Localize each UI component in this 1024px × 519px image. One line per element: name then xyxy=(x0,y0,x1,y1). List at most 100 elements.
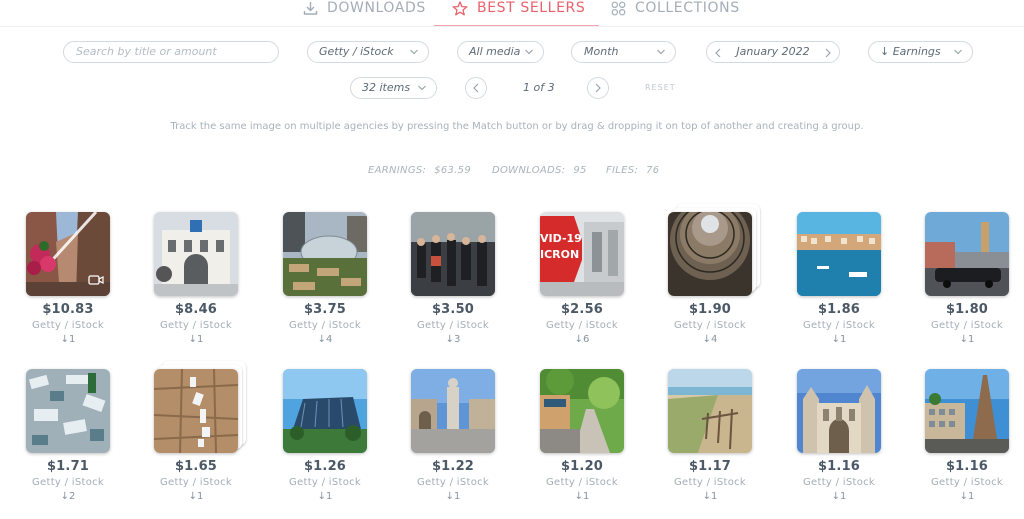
sort-select[interactable]: ↓ Earnings xyxy=(868,41,973,63)
item-earnings: $1.16 xyxy=(817,459,861,474)
item-earnings: $1.17 xyxy=(688,459,732,474)
thumbnail-wrap xyxy=(283,369,367,453)
video-camera-icon xyxy=(88,270,104,289)
stats-files: FILES: 76 xyxy=(606,165,659,176)
thumbnail-image[interactable] xyxy=(540,369,624,453)
thumbnail-wrap xyxy=(411,212,495,296)
item-earnings: $3.75 xyxy=(303,302,347,317)
item-downloads: ↓1 xyxy=(959,334,975,345)
item-agency: Getty / iStock xyxy=(673,477,747,488)
item-agency: Getty / iStock xyxy=(288,477,362,488)
thumbnail-wrap xyxy=(411,369,495,453)
item-earnings: $1.80 xyxy=(945,302,989,317)
search-placeholder: Search by title or amount xyxy=(76,45,217,58)
thumbnail-wrap xyxy=(797,369,881,453)
thumbnail-image[interactable] xyxy=(925,369,1009,453)
chevron-right-icon[interactable] xyxy=(825,48,831,58)
stats-downloads-label: DOWNLOADS: xyxy=(492,165,566,176)
item-agency: Getty / iStock xyxy=(159,477,233,488)
item-agency: Getty / iStock xyxy=(930,477,1004,488)
chevron-down-icon xyxy=(954,49,962,55)
thumbnail-image[interactable] xyxy=(668,369,752,453)
item-agency: Getty / iStock xyxy=(802,477,876,488)
nav-divider xyxy=(0,26,1024,27)
agency-select[interactable]: Getty / iStock xyxy=(307,41,429,63)
month-picker-value: January 2022 xyxy=(736,45,810,58)
thumbnail-wrap xyxy=(154,361,246,453)
match-hint: Track the same image on multiple agencie… xyxy=(170,121,864,132)
thumbnail-wrap: VID-19 ICRON xyxy=(540,212,624,296)
thumbnail-wrap xyxy=(797,212,881,296)
item-agency: Getty / iStock xyxy=(288,320,362,331)
item-downloads: ↓1 xyxy=(317,491,333,502)
thumbnail-image[interactable] xyxy=(925,212,1009,296)
thumbnail-image[interactable]: VID-19 ICRON xyxy=(540,212,624,296)
thumbnail-image[interactable] xyxy=(26,212,110,296)
star-icon xyxy=(452,1,468,16)
chevron-down-icon xyxy=(410,49,418,55)
item-agency: Getty / iStock xyxy=(416,320,490,331)
stats-earnings-label: EARNINGS: xyxy=(368,165,427,176)
item-agency: Getty / iStock xyxy=(159,320,233,331)
agency-select-value: Getty / iStock xyxy=(319,45,394,58)
media-select[interactable]: All media xyxy=(457,41,544,63)
item-agency: Getty / iStock xyxy=(930,320,1004,331)
per-page-value: 32 items xyxy=(362,81,411,94)
item-downloads: ↓1 xyxy=(445,491,461,502)
item-earnings: $3.50 xyxy=(431,302,475,317)
tab-collections[interactable]: COLLECTIONS xyxy=(611,0,740,27)
item-downloads: ↓1 xyxy=(60,334,76,345)
stats-downloads-value: 95 xyxy=(573,165,587,176)
svg-text:VID-19: VID-19 xyxy=(540,232,582,245)
sort-select-value: ↓ Earnings xyxy=(880,45,941,58)
item-earnings: $1.65 xyxy=(174,459,218,474)
stats-files-label: FILES: xyxy=(606,165,639,176)
thumbnail-image[interactable] xyxy=(283,212,367,296)
item-downloads: ↓1 xyxy=(188,334,204,345)
thumbnail-image[interactable] xyxy=(411,369,495,453)
item-downloads: ↓1 xyxy=(831,334,847,345)
month-picker[interactable]: January 2022 xyxy=(706,41,840,63)
thumbnail-image[interactable] xyxy=(154,369,238,453)
chevron-down-icon xyxy=(525,49,533,55)
thumbnail-wrap xyxy=(668,204,760,296)
thumbnail-image[interactable] xyxy=(154,212,238,296)
chevron-left-icon[interactable] xyxy=(715,48,721,58)
chevron-down-icon xyxy=(418,85,426,91)
item-agency: Getty / iStock xyxy=(31,320,105,331)
stats-downloads: DOWNLOADS: 95 xyxy=(492,165,587,176)
item-earnings: $1.20 xyxy=(560,459,604,474)
thumbnail-image[interactable] xyxy=(411,212,495,296)
thumbnail-image[interactable] xyxy=(797,369,881,453)
thumbnail-wrap xyxy=(154,212,238,296)
search-input[interactable]: Search by title or amount xyxy=(63,41,279,63)
next-page-button[interactable] xyxy=(587,77,609,99)
thumbnail-image[interactable] xyxy=(668,212,752,296)
thumbnail-wrap xyxy=(26,212,110,296)
reset-button[interactable]: RESET xyxy=(645,83,676,92)
period-select[interactable]: Month xyxy=(571,41,676,63)
top-nav: DOWNLOADS BEST SELLERS COLLECTIONS xyxy=(0,0,1024,27)
item-earnings: $1.90 xyxy=(688,302,732,317)
item-earnings: $1.16 xyxy=(945,459,989,474)
item-downloads: ↓1 xyxy=(702,491,718,502)
prev-page-button[interactable] xyxy=(465,77,487,99)
item-earnings: $1.71 xyxy=(46,459,90,474)
chevron-down-icon xyxy=(657,49,665,55)
chevron-left-icon xyxy=(473,83,479,93)
thumbnail-image[interactable] xyxy=(797,212,881,296)
download-icon xyxy=(303,2,318,15)
item-downloads: ↓1 xyxy=(959,491,975,502)
item-downloads: ↓1 xyxy=(831,491,847,502)
thumbnail-image[interactable] xyxy=(283,369,367,453)
item-agency: Getty / iStock xyxy=(802,320,876,331)
item-earnings: $1.86 xyxy=(817,302,861,317)
tab-best-sellers[interactable]: BEST SELLERS xyxy=(433,0,600,27)
per-page-select[interactable]: 32 items xyxy=(350,77,437,99)
item-earnings: $2.56 xyxy=(560,302,604,317)
svg-text:ICRON: ICRON xyxy=(540,248,579,261)
tab-downloads[interactable]: DOWNLOADS xyxy=(303,0,426,27)
thumbnail-wrap xyxy=(925,212,1009,296)
item-downloads: ↓3 xyxy=(445,334,461,345)
thumbnail-image[interactable] xyxy=(26,369,110,453)
